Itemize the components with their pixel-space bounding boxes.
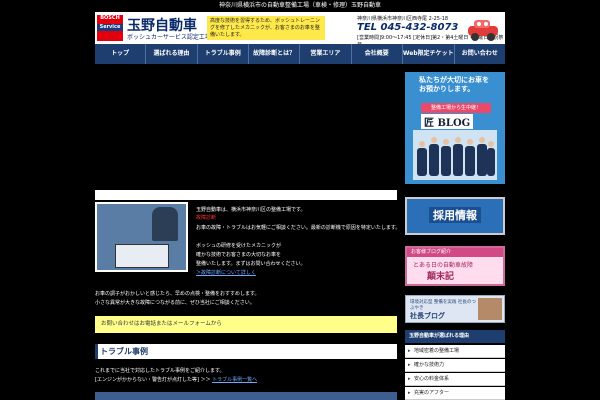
sidebar-link[interactable]: 充実のアフター <box>405 387 505 400</box>
intro-highlight: 故障診断 <box>196 215 217 221</box>
sidebar-link[interactable]: 地域密着の整備工場 <box>405 345 505 358</box>
header-address: 神奈川県横浜市神奈川区西寺尾 2-25-18 <box>357 16 449 22</box>
customer-blog-label: お客様ブログ紹介 <box>407 248 503 257</box>
bosch-logo-line1: BOSCH <box>100 15 120 21</box>
sidebar-link[interactable]: 確かな技術力 <box>405 359 505 372</box>
recruit-banner[interactable]: 採用情報 <box>405 197 505 235</box>
president-avatar <box>478 298 502 320</box>
trouble-line-2-text: [エンジンがかからない・警告灯が点灯した等] ＞＞ <box>95 377 211 383</box>
trouble-section-heading: トラブル事例 <box>95 344 397 359</box>
nav-company[interactable]: 会社概要 <box>352 44 403 64</box>
intro-line-5: ボッシュの研修を受けたメカニックが <box>196 243 282 249</box>
nav-top[interactable]: トップ <box>95 44 147 64</box>
president-blog-banner[interactable]: 環境対応型 整備を実践 社長のつぶやき 社長ブログ <box>405 295 505 323</box>
nav-web-ticket[interactable]: Web限定チケット <box>403 44 455 64</box>
trouble-cases-link[interactable]: トラブル事例一覧へ <box>212 377 257 383</box>
header-phone[interactable]: TEL 045-432-8073 <box>357 22 458 33</box>
site-tagline: 神奈川県横浜市の自動車整備工場（車検・修理）玉野自動車 <box>218 2 381 9</box>
president-blog-title: 社長ブログ <box>410 312 445 320</box>
intro-line-1: 玉野自動車は、横浜市神奈川区の整備工場です。 <box>196 207 306 213</box>
bosch-logo: BOSCH Service <box>97 15 123 41</box>
blog-banner[interactable]: 私たちが大切にお車を お預かりします。 整備工場から生中継！ 匠 BLOG <box>405 72 505 184</box>
sidebar-section-heading: 玉野自動車が選ばれる理由 <box>405 330 505 343</box>
diagnosis-photo <box>95 202 188 272</box>
intro-line-6: 確かな技術でお客さまの大切なお車を <box>196 252 282 258</box>
intro-line-3: お車の故障・トラブルはお気軽にご相談ください。最新の診断機で原因を特定いたします… <box>196 225 401 231</box>
blog-banner-title: 私たちが大切にお車を お預かりします。 <box>419 76 489 93</box>
header-note: 高度な技術を習得するため、ボッシュトレーニングを修了したメカニックが、お客さまの… <box>207 16 325 40</box>
recruit-banner-label: 採用情報 <box>429 207 481 223</box>
customer-blog-title: 顛末記 <box>427 272 455 282</box>
body-paragraph-line-2: 小さな異常が大きな故障につながる前に、ぜひ当社にご相談ください。 <box>95 300 255 306</box>
site-subtitle: ボッシュカーサービス認定工場 <box>127 34 211 41</box>
car-mascot-icon <box>468 20 498 41</box>
bosch-logo-line2: Service <box>97 24 123 31</box>
trouble-line-1: これまでに当社で対応したトラブル事例をご紹介します。 <box>95 368 225 374</box>
site-header: BOSCH Service 玉野自動車 ボッシュカーサービス認定工場 高度な技術… <box>95 12 505 48</box>
blog-banner-subtitle: 整備工場から生中継！ <box>421 103 491 113</box>
intro-line-7: 整備いたします。まずはお問い合わせください。 <box>196 261 306 267</box>
body-paragraph-line-1: お車の調子がおかしいと感じたら、早めの点検・整備をおすすめします。 <box>95 291 260 297</box>
customer-blog-banner[interactable]: お客様ブログ紹介 とある日の自動車故障 顛末記 <box>405 246 505 286</box>
mechanic-figure <box>152 207 178 241</box>
nav-trouble-cases[interactable]: トラブル事例 <box>198 44 249 64</box>
staff-photo <box>413 130 497 180</box>
nav-reasons[interactable]: 選ばれる理由 <box>146 44 198 64</box>
diagnosis-link[interactable]: ＞故障診断について詳しく <box>196 269 256 276</box>
nav-diagnosis[interactable]: 故障診断とは？ <box>249 44 301 64</box>
blog-banner-name: 匠 BLOG <box>421 114 474 129</box>
contact-notice: お問い合わせはお電話またはメールフォームから <box>95 316 397 333</box>
trouble-line-2: [エンジンがかからない・警告灯が点灯した等] ＞＞ トラブル事例一覧へ <box>95 376 257 383</box>
main-nav: トップ 選ばれる理由 トラブル事例 故障診断とは？ 営業エリア 会社概要 Web… <box>95 44 505 64</box>
customer-blog-subtitle: とある日の自動車故障 <box>413 262 474 269</box>
sidebar-link[interactable]: 安心の料金体系 <box>405 373 505 386</box>
nav-contact[interactable]: お問い合わせ <box>455 44 505 64</box>
nav-area[interactable]: 営業エリア <box>300 44 352 64</box>
diagnostic-screen <box>115 244 169 268</box>
trouble-gallery-strip <box>95 392 397 400</box>
content-divider <box>95 190 397 200</box>
intro-line-2: 故障診断 <box>196 214 216 221</box>
